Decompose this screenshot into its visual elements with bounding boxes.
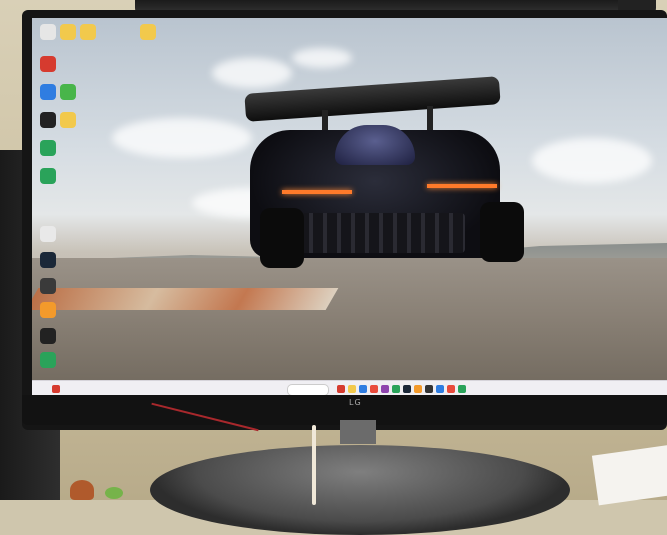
tail-light: [427, 184, 497, 188]
brand-logo: LG: [349, 398, 362, 407]
app-icon[interactable]: [40, 112, 56, 128]
steam-icon[interactable]: [40, 252, 56, 268]
car-rear-wing: [244, 76, 501, 122]
rear-diffuser: [285, 213, 465, 253]
monitor-stand-neck: [340, 420, 376, 444]
taskbar-app-icon[interactable]: [370, 385, 378, 393]
taskbar-app-icon[interactable]: [348, 385, 356, 393]
taskbar-app-icon[interactable]: [359, 385, 367, 393]
taskbar-app-icon[interactable]: [458, 385, 466, 393]
app-icon[interactable]: [40, 302, 56, 318]
desk-figurine: [70, 480, 94, 500]
taskbar-app-icon[interactable]: [403, 385, 411, 393]
taskbar-app-icon[interactable]: [337, 385, 345, 393]
folder-icon[interactable]: [60, 24, 76, 40]
desk-figurine: [105, 487, 123, 499]
rear-wheel: [480, 202, 524, 262]
rear-wheel: [260, 208, 304, 268]
folder-icon[interactable]: [80, 24, 96, 40]
app-icon[interactable]: [40, 328, 56, 344]
desktop-screen: [32, 18, 667, 396]
cloud: [112, 118, 252, 158]
app-icon[interactable]: [40, 140, 56, 156]
recycle-bin-icon[interactable]: [40, 24, 56, 40]
taskbar-app-icon[interactable]: [392, 385, 400, 393]
paper-sheet: [591, 444, 667, 506]
race-track: [32, 258, 667, 396]
tail-light: [282, 190, 352, 194]
taskbar-app-icon[interactable]: [414, 385, 422, 393]
app-icon[interactable]: [40, 278, 56, 294]
desktop-icon-column: [40, 22, 156, 382]
taskbar-app-icon[interactable]: [381, 385, 389, 393]
app-icon[interactable]: [60, 84, 76, 100]
cable: [312, 425, 316, 505]
app-icon[interactable]: [60, 112, 76, 128]
chrome-icon[interactable]: [40, 56, 56, 72]
app-icon[interactable]: [40, 352, 56, 368]
cloud: [292, 48, 352, 68]
taskbar-app-icon[interactable]: [447, 385, 455, 393]
taskbar-app-icon[interactable]: [436, 385, 444, 393]
start-icon[interactable]: [52, 385, 60, 393]
app-icon[interactable]: [40, 168, 56, 184]
cloud: [212, 58, 292, 88]
edge-icon[interactable]: [40, 84, 56, 100]
monitor-stand-base: [150, 445, 570, 535]
taskbar-app-icon[interactable]: [425, 385, 433, 393]
folder-icon[interactable]: [140, 24, 156, 40]
app-icon[interactable]: [40, 226, 56, 242]
cloud: [532, 138, 652, 183]
